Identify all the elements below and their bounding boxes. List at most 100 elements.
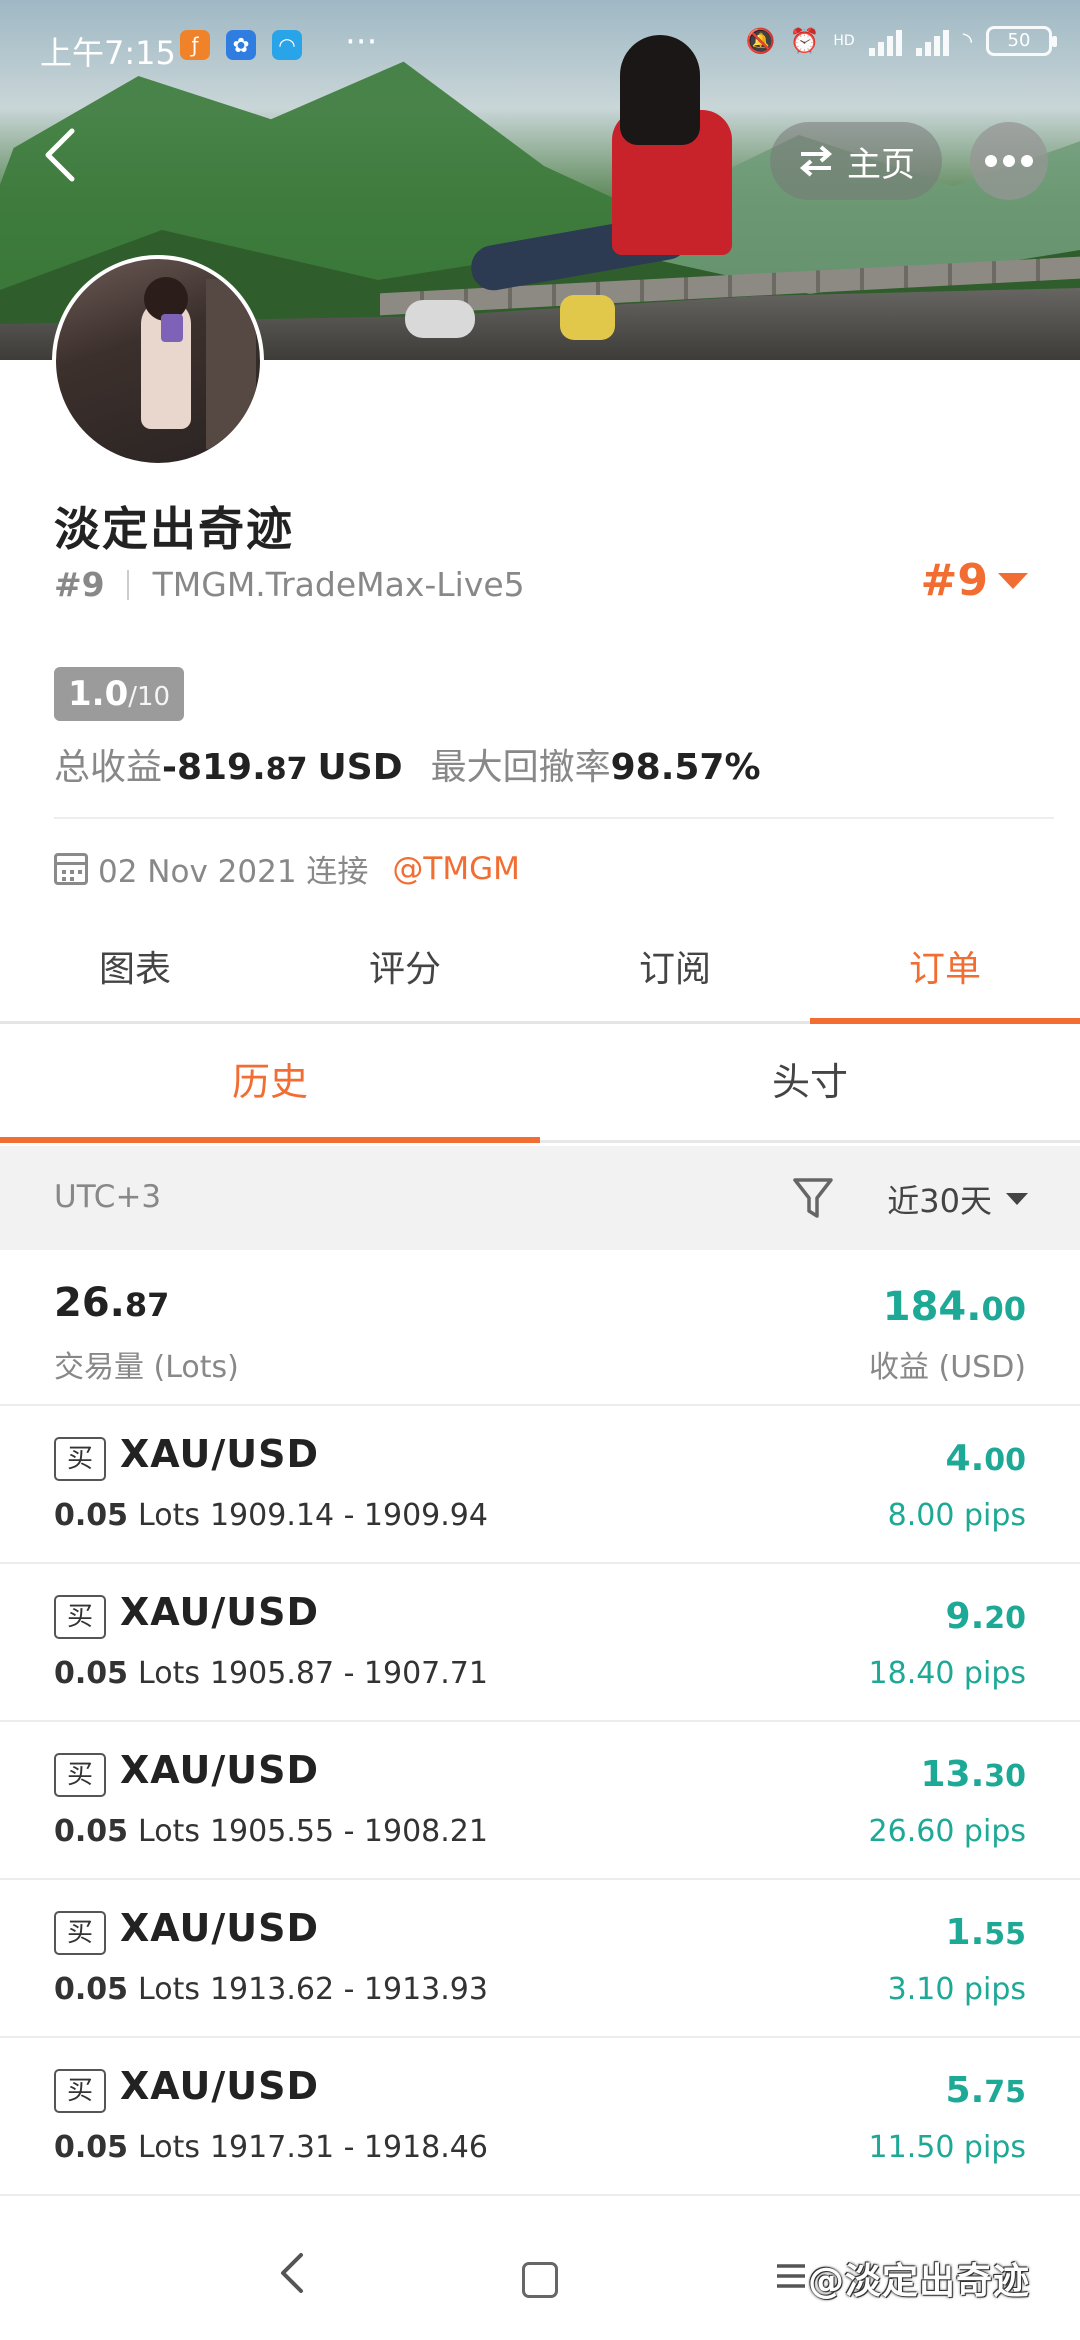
caret-down-icon	[998, 572, 1028, 589]
trade-pnl-dec: 30	[984, 1759, 1026, 1794]
trade-lots-unit: Lots	[138, 2130, 200, 2165]
trade-price-range: 1913.62 - 1913.93	[209, 1972, 488, 2007]
rank-number: #9	[54, 565, 105, 604]
divider	[54, 817, 1054, 819]
volume-value: 26.87	[54, 1280, 169, 1326]
status-bar: 上午7:15 ƒ ✿ ◠ ··· 🔕 ⏰ HD ◝ 50	[0, 0, 1080, 100]
trade-price-range: 1905.87 - 1907.71	[209, 1656, 488, 1691]
dot-icon	[1021, 155, 1033, 167]
more-options-button[interactable]	[970, 122, 1048, 200]
trade-row[interactable]: 买 XAU/USD 0.05 Lots 1905.55 - 1908.21 13…	[0, 1722, 1080, 1880]
timezone-label: UTC+3	[54, 1179, 162, 1215]
trade-pnl-int: 1.	[945, 1912, 985, 1953]
trade-symbol: XAU/USD	[120, 1432, 320, 1476]
profit-value: 184.00	[883, 1284, 1026, 1330]
trade-pnl: 9.20	[946, 1596, 1026, 1637]
trade-pnl: 5.75	[946, 2070, 1026, 2111]
history-summary: 26.87 交易量 (Lots) 184.00 收益 (USD)	[0, 1250, 1080, 1406]
trade-pips: 11.50 pips	[868, 2130, 1026, 2165]
broker-link[interactable]: @TMGM	[392, 851, 519, 887]
trade-lots: 0.05	[54, 1972, 129, 2007]
trade-symbol: XAU/USD	[120, 1590, 320, 1634]
tab-rating[interactable]: 评分	[270, 928, 540, 1021]
trade-lots: 0.05	[54, 1814, 129, 1849]
more-notifications-icon: ···	[345, 22, 378, 62]
score-value: 1.0	[68, 674, 129, 714]
nav-home-button[interactable]	[522, 2262, 558, 2298]
wifi-icon: ◝	[962, 27, 972, 55]
joined-date: 02 Nov 2021 连接	[98, 854, 369, 890]
profile-stats: 总收益 -819. 87 USD 最大回撤率 98.57%	[54, 738, 761, 790]
tab-positions[interactable]: 头寸	[540, 1027, 1080, 1140]
trade-row[interactable]: 买 XAU/USD 0.05 Lots 1913.62 - 1913.93 1.…	[0, 1880, 1080, 2038]
cover-person-shoe	[560, 295, 615, 340]
total-profit-label: 总收益	[54, 747, 163, 788]
caret-down-icon	[1006, 1193, 1028, 1205]
tab-subscribe[interactable]: 订阅	[540, 928, 810, 1021]
total-profit-int: -819.	[162, 747, 266, 788]
app-notification-icon: ƒ	[180, 30, 210, 60]
cover-person-shoe	[405, 300, 475, 338]
trade-price-range: 1917.31 - 1918.46	[209, 2130, 488, 2165]
profit-label: 收益 (USD)	[868, 1350, 1026, 1385]
battery-icon: 50	[986, 26, 1057, 56]
filter-icon[interactable]	[792, 1176, 834, 1222]
home-button-label: 主页	[847, 144, 915, 185]
trade-details: 0.05 Lots 1905.55 - 1908.21	[54, 1814, 488, 1849]
chevron-left-icon	[281, 2253, 303, 2293]
trade-pnl-dec: 20	[984, 1601, 1026, 1636]
trade-lots-unit: Lots	[138, 1498, 200, 1533]
avatar[interactable]	[52, 255, 264, 467]
trade-pnl-int: 4.	[945, 1438, 985, 1479]
trade-lots-unit: Lots	[138, 1656, 200, 1691]
trade-lots-unit: Lots	[138, 1814, 200, 1849]
sub-tabs: 历史 头寸	[0, 1027, 1080, 1143]
buy-badge: 买	[54, 1753, 106, 1797]
signal-icon	[868, 26, 902, 56]
buy-badge: 买	[54, 1911, 106, 1955]
tab-history[interactable]: 历史	[0, 1027, 540, 1143]
trade-symbol: XAU/USD	[120, 1906, 320, 1950]
trade-pips: 3.10 pips	[887, 1972, 1026, 2007]
home-button[interactable]: 主页	[770, 122, 942, 200]
trade-pnl: 1.55	[946, 1912, 1026, 1953]
trade-pnl-dec: 75	[984, 2075, 1026, 2110]
trade-details: 0.05 Lots 1913.62 - 1913.93	[54, 1972, 488, 2007]
dot-icon	[985, 155, 997, 167]
profit-int: 184.	[882, 1284, 982, 1330]
rank-dropdown[interactable]: #9	[921, 555, 1028, 606]
trade-pnl: 4.00	[946, 1438, 1026, 1479]
trade-row[interactable]: 买 XAU/USD 0.05 Lots 1917.31 - 1918.46 5.…	[0, 2038, 1080, 2196]
rank-badge-label: #9	[920, 555, 988, 606]
app-notification-icon: ✿	[226, 30, 256, 60]
period-dropdown[interactable]: 近30天	[887, 1176, 1028, 1222]
trade-pnl-int: 13.	[920, 1754, 985, 1795]
back-button[interactable]	[40, 125, 90, 195]
max-drawdown-label: 最大回撤率	[430, 747, 611, 788]
tab-chart[interactable]: 图表	[0, 928, 270, 1021]
calendar-icon	[54, 852, 88, 885]
menu-icon	[777, 2264, 805, 2288]
score-max: /10	[128, 682, 171, 712]
tab-orders[interactable]: 订单	[810, 928, 1080, 1024]
trade-lots: 0.05	[54, 1656, 129, 1691]
volume-label: 交易量 (Lots)	[54, 1350, 239, 1385]
trade-lots: 0.05	[54, 1498, 129, 1533]
rank-line: #9 TMGM.TradeMax-Live5	[54, 565, 525, 604]
trade-row[interactable]: 买 XAU/USD 0.05 Lots 1905.87 - 1907.71 9.…	[0, 1564, 1080, 1722]
dot-icon	[1003, 155, 1015, 167]
trade-pnl-int: 5.	[945, 2070, 985, 2111]
trade-row[interactable]: 买 XAU/USD 0.05 Lots 1909.14 - 1909.94 4.…	[0, 1406, 1080, 1564]
avatar-figure-phone	[161, 314, 183, 342]
buy-badge: 买	[54, 2069, 106, 2113]
signal-icon	[915, 26, 949, 56]
swap-icon	[799, 145, 833, 177]
nav-back-button[interactable]	[262, 2250, 322, 2310]
volume-dec: 87	[124, 1286, 170, 1324]
filter-bar: UTC+3 近30天	[0, 1146, 1080, 1250]
trade-pnl: 13.30	[920, 1754, 1026, 1795]
app-notification-icon: ◠	[272, 30, 302, 60]
status-app-icons: ƒ ✿ ◠	[180, 30, 302, 60]
total-profit-dec: 87	[265, 752, 308, 787]
buy-badge: 买	[54, 1437, 106, 1481]
